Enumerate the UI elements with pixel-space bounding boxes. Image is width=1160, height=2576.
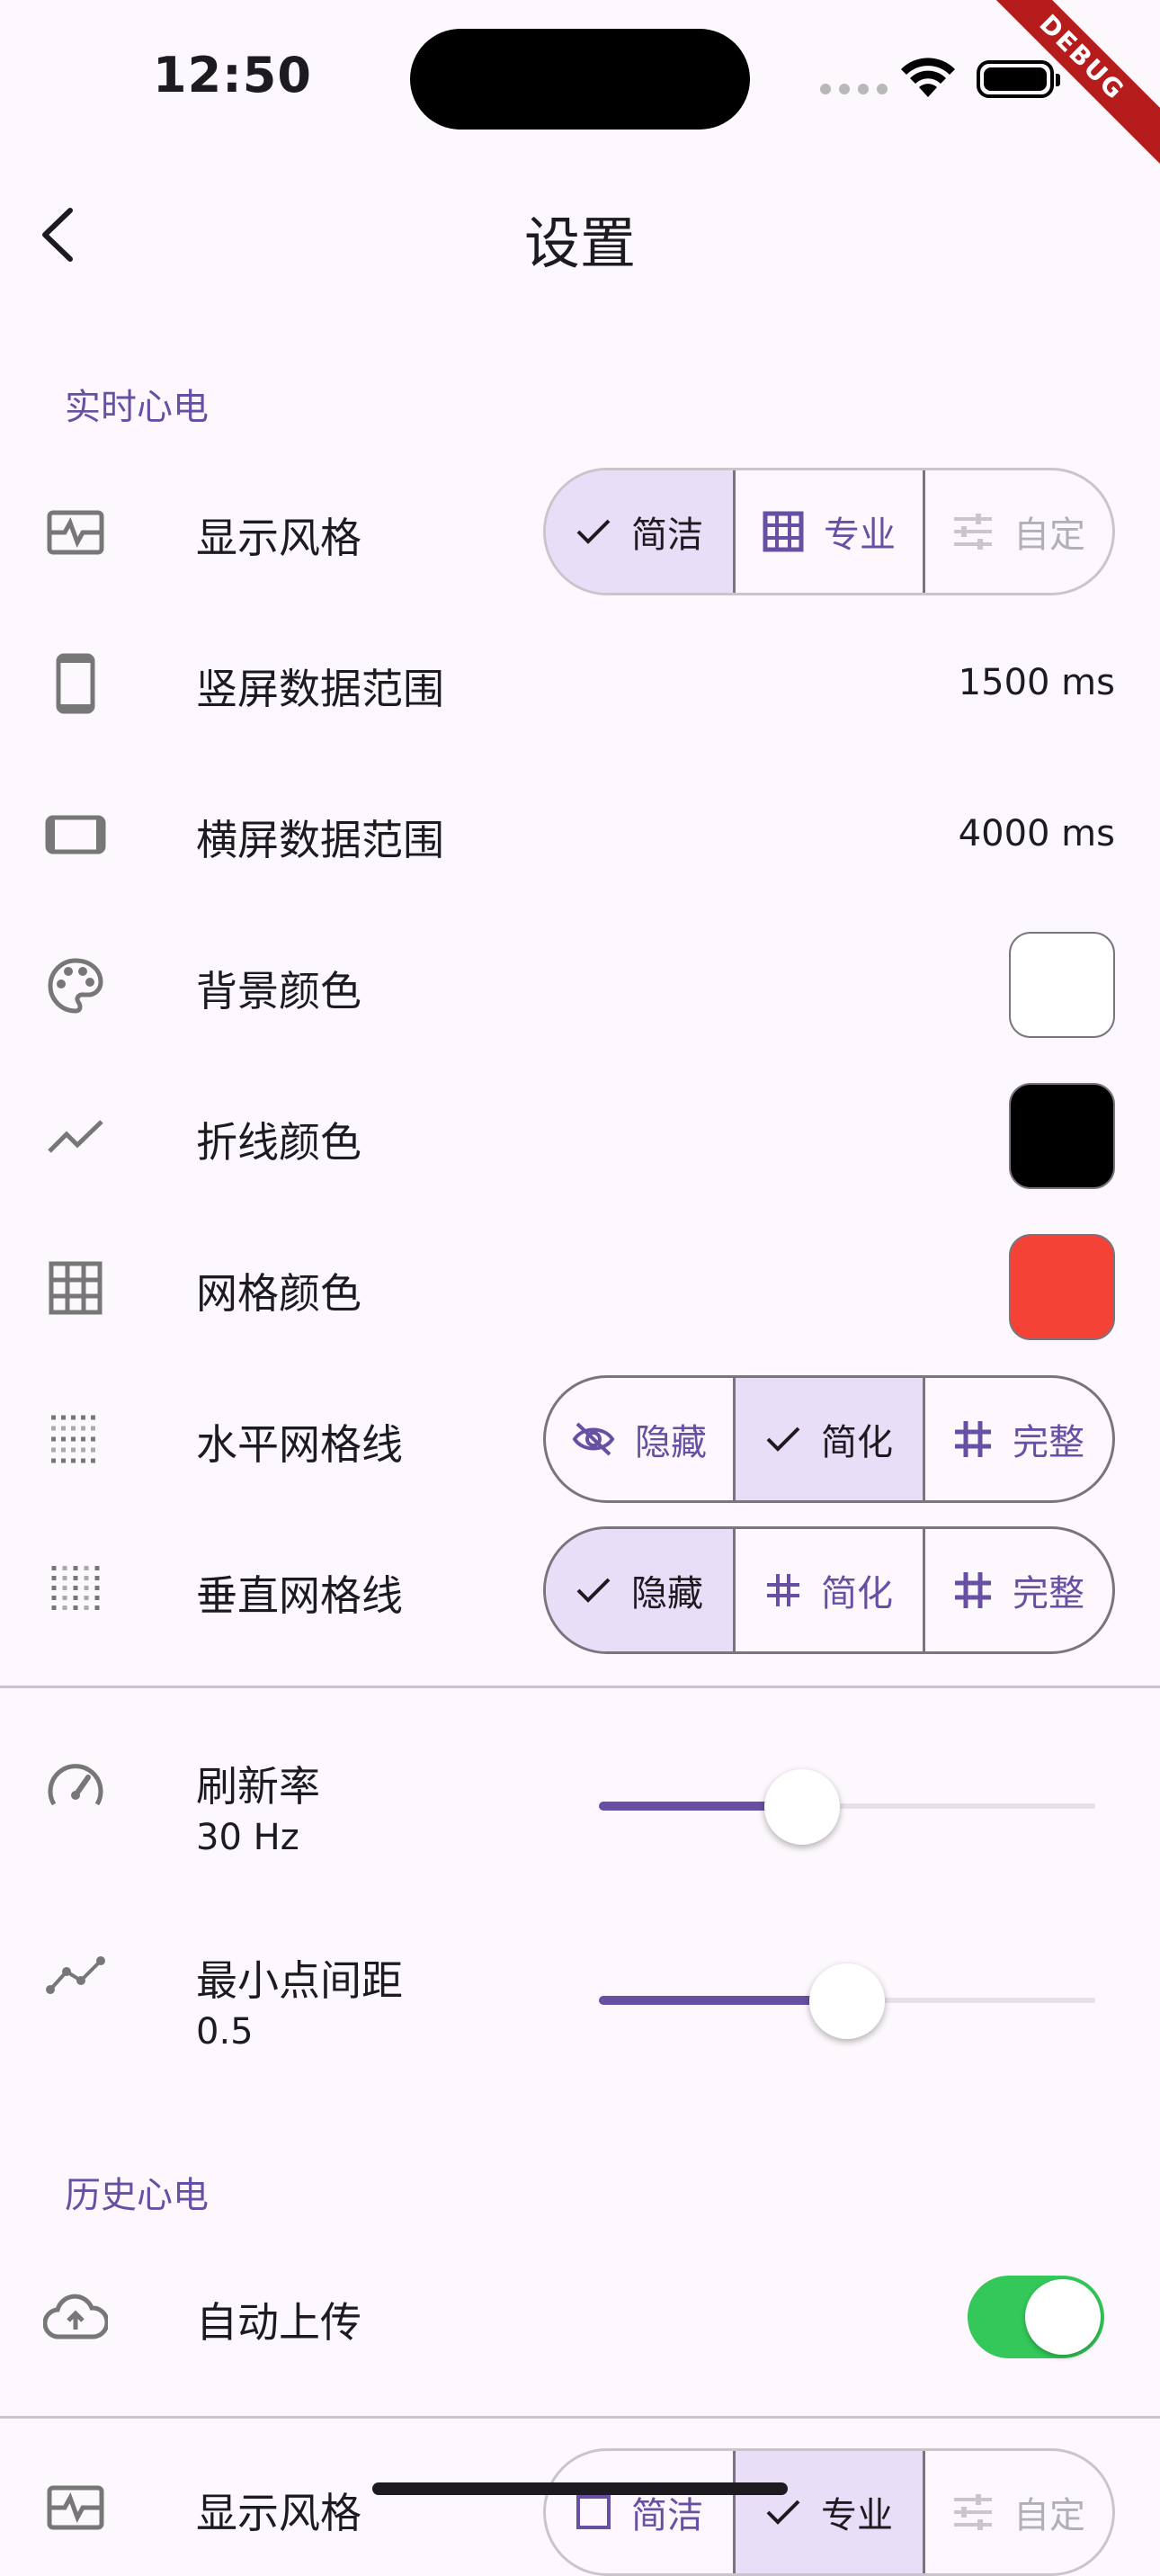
- dynamic-island: [410, 29, 750, 130]
- horizontal-grid-icon: [43, 1407, 108, 1471]
- vertical-grid-option-simple[interactable]: 简化: [733, 1529, 923, 1651]
- refresh-rate-slider[interactable]: [599, 1769, 1095, 1845]
- square-icon: [576, 2495, 611, 2529]
- min-point-spacing-label: 最小点间距: [196, 1956, 403, 2005]
- cloud-upload-icon: [43, 2285, 108, 2349]
- wifi-icon: [901, 58, 955, 97]
- background-color-swatch[interactable]: [1009, 932, 1115, 1038]
- min-point-spacing-slider[interactable]: [599, 1963, 1095, 2039]
- phone-landscape-icon: [43, 802, 108, 867]
- grid-color-label[interactable]: 网格颜色: [196, 1261, 361, 1320]
- section-title-history: 历史心电: [65, 2175, 209, 2216]
- hash-icon: [767, 1574, 799, 1606]
- switch-knob: [1025, 2279, 1101, 2355]
- refresh-rate-label: 刷新率: [196, 1762, 320, 1811]
- landscape-range-value: 4000 ms: [958, 813, 1115, 854]
- vertical-grid-label: 垂直网格线: [196, 1571, 403, 1620]
- slider-thumb[interactable]: [809, 1963, 885, 2039]
- display-style-option-simple[interactable]: 简洁: [546, 470, 733, 593]
- scatter-line-icon: [43, 1943, 108, 2008]
- horizontal-grid-option-hide[interactable]: 隐藏: [546, 1378, 733, 1500]
- grid-icon: [43, 1256, 108, 1320]
- ecg-monitor-icon: [43, 500, 108, 565]
- history-display-style-label: 显示风格: [196, 2489, 361, 2537]
- line-color-swatch[interactable]: [1009, 1083, 1115, 1189]
- check-icon: [766, 2500, 800, 2525]
- option-label: 专业: [824, 514, 896, 556]
- home-indicator: [372, 2482, 788, 2495]
- hash-icon: [955, 1421, 991, 1457]
- divider: [0, 1686, 1160, 1688]
- eye-off-icon: [572, 1422, 615, 1456]
- option-label: 自定: [1013, 514, 1085, 556]
- portrait-range-value: 1500 ms: [958, 662, 1115, 703]
- history-display-style-option-custom[interactable]: 自定: [925, 2451, 1112, 2573]
- option-label: 完整: [1013, 1573, 1084, 1614]
- tune-icon: [954, 514, 992, 550]
- auto-upload-switch[interactable]: [968, 2276, 1104, 2358]
- divider: [0, 2416, 1160, 2419]
- history-display-style-segmented: 简洁 专业 自定: [543, 2448, 1115, 2576]
- horizontal-grid-segmented: 隐藏 简化 完整: [543, 1375, 1115, 1503]
- palette-icon: [43, 953, 108, 1018]
- tune-icon: [954, 2494, 992, 2530]
- background-color-label[interactable]: 背景颜色: [196, 959, 361, 1018]
- status-time: 12:50: [153, 47, 312, 103]
- horizontal-grid-option-full[interactable]: 完整: [923, 1378, 1112, 1500]
- slider-thumb[interactable]: [764, 1769, 841, 1845]
- option-label: 隐藏: [635, 1422, 707, 1463]
- refresh-rate-value: 30 Hz: [196, 1817, 299, 1858]
- grid-icon: [763, 511, 804, 552]
- option-label: 隐藏: [631, 1573, 703, 1614]
- signal-dots-icon: [820, 84, 888, 94]
- auto-upload-label: 自动上传: [196, 2298, 361, 2347]
- vertical-grid-option-full[interactable]: 完整: [923, 1529, 1112, 1651]
- phone-portrait-icon: [43, 651, 108, 716]
- display-style-option-custom[interactable]: 自定: [925, 470, 1112, 593]
- hash-icon: [955, 1572, 991, 1608]
- check-icon: [576, 1578, 611, 1603]
- option-label: 简化: [821, 1422, 893, 1463]
- option-label: 简洁: [631, 514, 703, 556]
- battery-icon: [977, 60, 1060, 98]
- vertical-grid-option-hide[interactable]: 隐藏: [546, 1529, 733, 1651]
- ecg-monitor-icon: [43, 2475, 108, 2540]
- horizontal-grid-label: 水平网格线: [196, 1420, 403, 1469]
- section-title-realtime: 实时心电: [65, 387, 209, 428]
- min-point-spacing-value: 0.5: [196, 2011, 254, 2053]
- check-icon: [766, 1427, 800, 1452]
- line-color-label[interactable]: 折线颜色: [196, 1110, 361, 1169]
- speedometer-icon: [43, 1752, 108, 1817]
- horizontal-grid-option-simple[interactable]: 简化: [733, 1378, 923, 1500]
- vertical-grid-segmented: 隐藏 简化 完整: [543, 1526, 1115, 1654]
- check-icon: [576, 519, 611, 544]
- page-title: 设置: [523, 210, 636, 276]
- option-label: 简化: [821, 1573, 893, 1614]
- vertical-grid-icon: [43, 1558, 108, 1623]
- display-style-segmented: 简洁 专业 自定: [543, 468, 1115, 595]
- portrait-range-label[interactable]: 竖屏数据范围: [196, 657, 444, 716]
- grid-color-swatch[interactable]: [1009, 1234, 1115, 1340]
- trending-line-icon: [43, 1105, 108, 1169]
- option-label: 专业: [821, 2495, 893, 2536]
- display-style-option-pro[interactable]: 专业: [733, 470, 925, 593]
- display-style-label: 显示风格: [196, 514, 361, 562]
- history-display-style-option-pro[interactable]: 专业: [733, 2451, 925, 2573]
- landscape-range-label[interactable]: 横屏数据范围: [196, 808, 444, 867]
- history-display-style-option-simple[interactable]: 简洁: [546, 2451, 733, 2573]
- option-label: 自定: [1013, 2495, 1085, 2536]
- option-label: 完整: [1013, 1422, 1084, 1463]
